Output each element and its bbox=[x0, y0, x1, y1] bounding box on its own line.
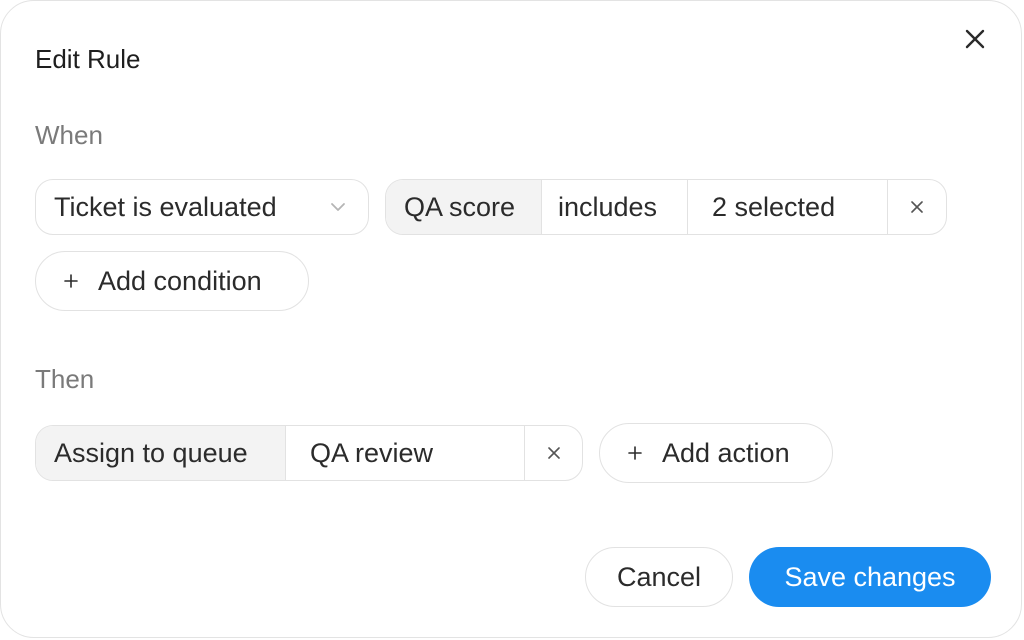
add-action-button[interactable]: Add action bbox=[599, 423, 833, 483]
dialog-title: Edit Rule bbox=[35, 44, 141, 74]
save-changes-button[interactable]: Save changes bbox=[749, 547, 991, 607]
remove-action-button[interactable] bbox=[525, 426, 582, 480]
when-label: When bbox=[35, 120, 103, 150]
action-type-label: Assign to queue bbox=[54, 437, 248, 468]
trigger-value: Ticket is evaluated bbox=[54, 191, 277, 222]
plus-icon bbox=[626, 444, 644, 462]
action-row: Assign to queue QA review bbox=[35, 425, 583, 481]
action-type[interactable]: Assign to queue bbox=[36, 426, 286, 480]
cancel-label: Cancel bbox=[616, 561, 702, 592]
condition-value[interactable]: 2 selected bbox=[688, 180, 888, 234]
chevron-down-icon bbox=[330, 202, 346, 212]
condition-operator-label: includes bbox=[558, 191, 658, 222]
close-icon bbox=[911, 201, 923, 213]
then-label: Then bbox=[35, 364, 95, 394]
add-action-label: Add action bbox=[662, 437, 790, 468]
save-label: Save changes bbox=[784, 561, 956, 592]
add-condition-button[interactable]: Add condition bbox=[35, 251, 309, 311]
close-icon[interactable] bbox=[959, 23, 991, 55]
condition-operator[interactable]: includes bbox=[542, 180, 688, 234]
add-condition-label: Add condition bbox=[98, 265, 262, 296]
action-value-label: QA review bbox=[310, 437, 434, 468]
close-icon bbox=[547, 447, 560, 459]
condition-field[interactable]: QA score bbox=[386, 180, 542, 234]
plus-icon bbox=[62, 272, 80, 290]
remove-condition-button[interactable] bbox=[888, 180, 946, 234]
trigger-select[interactable]: Ticket is evaluated bbox=[35, 179, 369, 235]
cancel-button[interactable]: Cancel bbox=[585, 547, 733, 607]
edit-rule-dialog: Edit Rule When Ticket is evaluated QA sc… bbox=[0, 0, 1022, 638]
condition-row: QA score includes 2 selected bbox=[385, 179, 947, 235]
action-value[interactable]: QA review bbox=[286, 426, 525, 480]
condition-field-label: QA score bbox=[404, 191, 516, 222]
condition-value-label: 2 selected bbox=[712, 191, 836, 222]
